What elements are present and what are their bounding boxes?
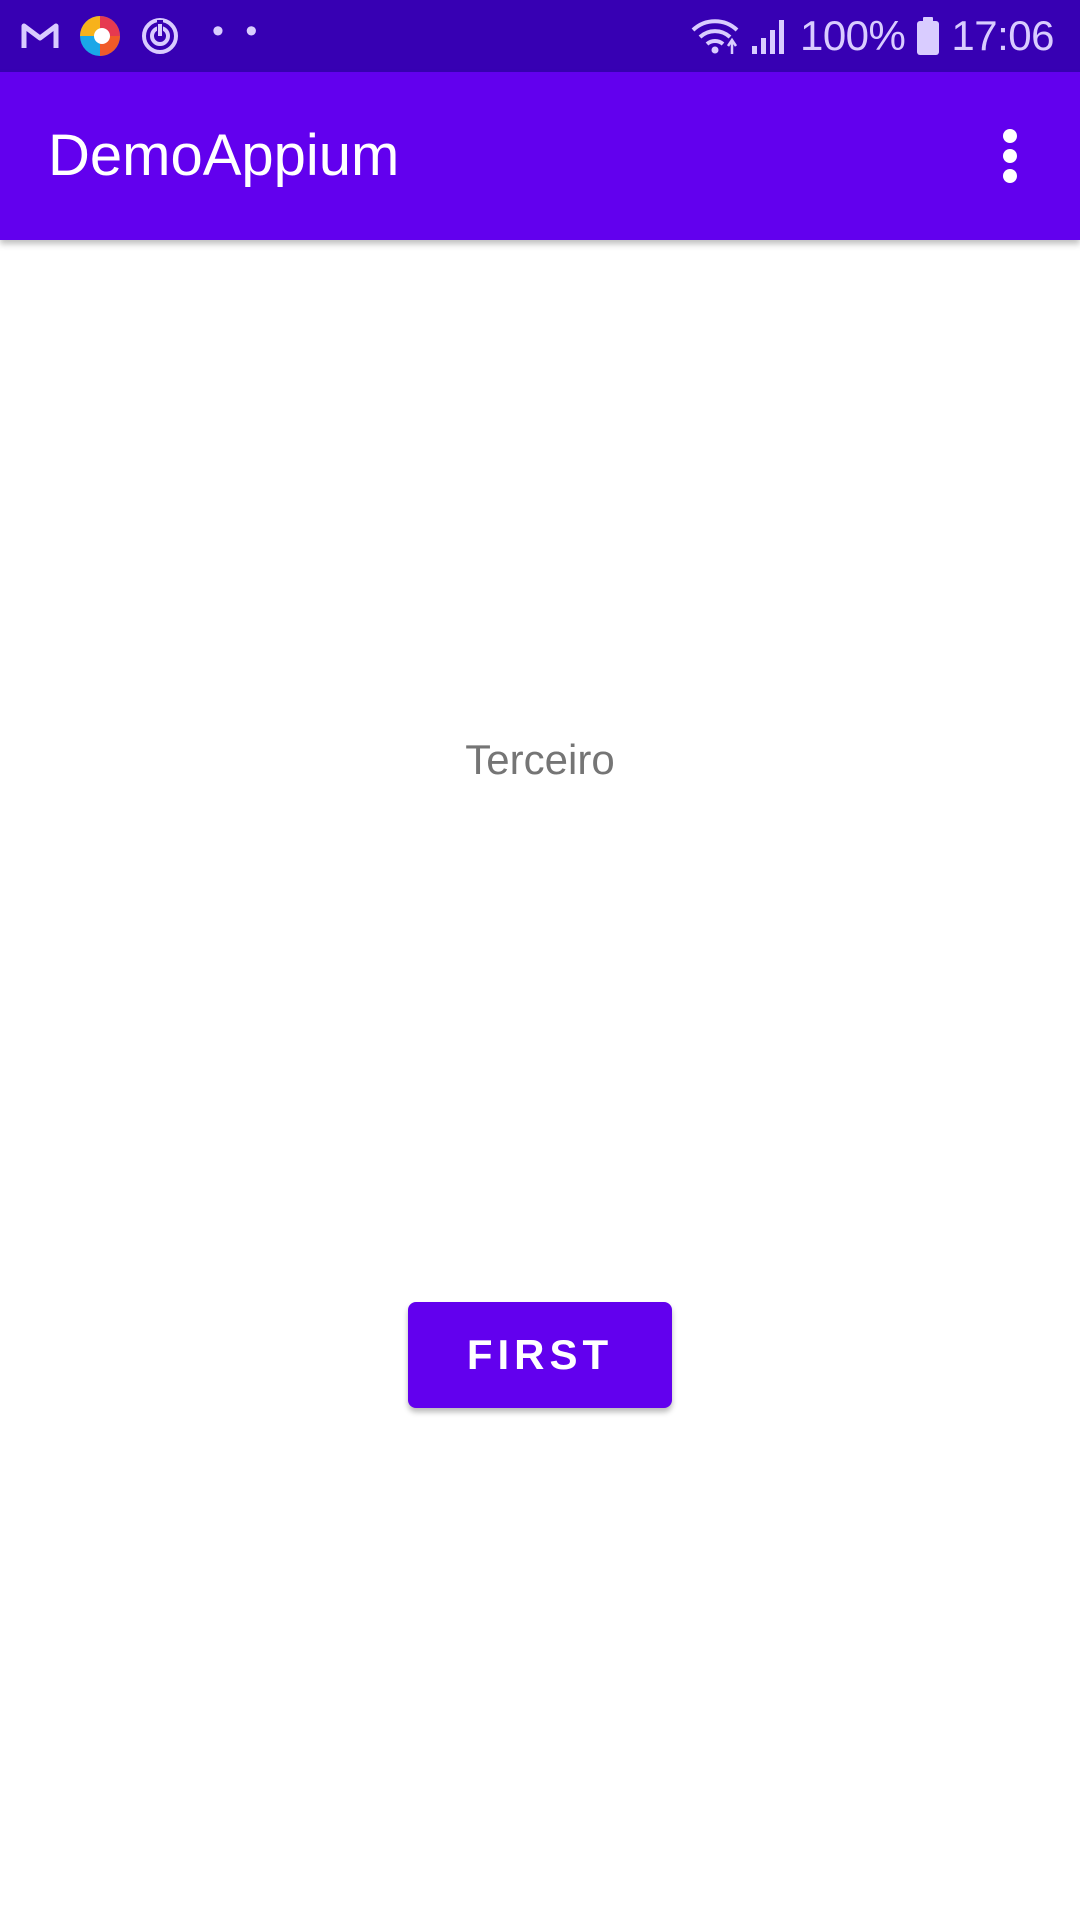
battery-icon xyxy=(915,16,941,56)
app-title: DemoAppium xyxy=(48,123,400,188)
more-notifications-indicator: • • xyxy=(212,11,264,50)
gmail-icon xyxy=(20,20,60,52)
overflow-menu-button[interactable] xyxy=(968,114,1052,198)
fragment-text: Terceiro xyxy=(465,736,615,783)
status-notification-icons: • • xyxy=(20,0,263,72)
battery-percentage: 100% xyxy=(799,12,906,59)
status-system-icons: 100% 17:06 xyxy=(690,0,1054,72)
wifi-icon xyxy=(690,16,740,56)
browser-icon xyxy=(78,14,122,58)
app-toolbar: DemoAppium xyxy=(0,72,1080,240)
app-screen: • • 100% 17:06 DemoAppium Terceiro FIRST xyxy=(0,0,1080,1920)
signal-icon xyxy=(750,16,790,56)
status-bar: • • 100% 17:06 xyxy=(0,0,1080,72)
first-button[interactable]: FIRST xyxy=(408,1302,672,1408)
sync-icon xyxy=(140,16,180,56)
more-vert-icon xyxy=(1000,128,1020,184)
status-clock: 17:06 xyxy=(951,12,1054,59)
